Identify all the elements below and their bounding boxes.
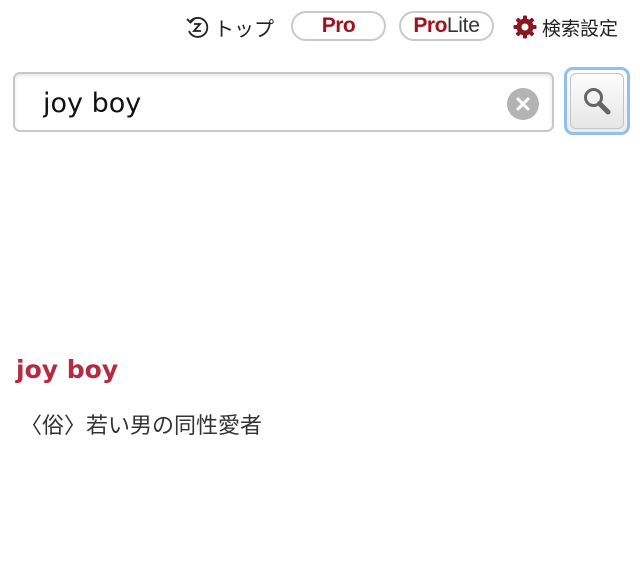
search-button-face	[570, 73, 624, 129]
search-input[interactable]	[43, 86, 483, 120]
entry-headword: joy boy	[16, 355, 119, 384]
gear-icon	[513, 15, 537, 39]
prolite-button[interactable]: Pro Lite	[399, 11, 494, 41]
search-box	[13, 72, 554, 132]
search-settings-link[interactable]: 検索設定	[512, 11, 618, 43]
top-page-link[interactable]: トップ	[184, 11, 274, 43]
page: トップ Pro Pro Lite 検索設定 joy boy joy boy 〈俗…	[0, 0, 640, 584]
entry-definition: 〈俗〉若い男の同性愛者	[20, 414, 263, 439]
search-button[interactable]	[564, 67, 630, 135]
back-arrow-icon	[186, 17, 209, 38]
pro-button[interactable]: Pro	[291, 11, 386, 41]
search-settings-label: 検索設定	[542, 17, 619, 40]
search-icon	[584, 88, 611, 115]
clear-icon	[516, 97, 530, 111]
prolite-pro-label: Pro	[413, 14, 447, 37]
top-page-label: トップ	[214, 16, 274, 41]
top-bar: トップ Pro Pro Lite 検索設定	[0, 10, 640, 44]
prolite-lite-label: Lite	[446, 14, 480, 37]
clear-button[interactable]	[507, 88, 539, 120]
pro-label: Pro	[321, 14, 356, 37]
